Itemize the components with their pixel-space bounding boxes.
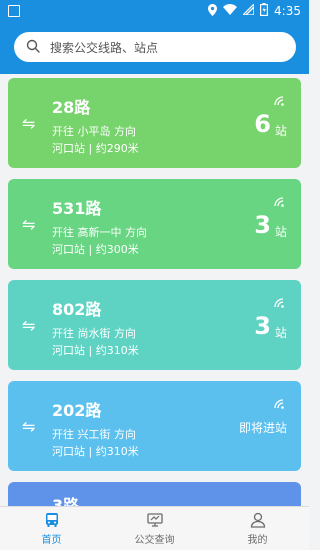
wifi-icon bbox=[223, 4, 238, 18]
arriving-status: 即将进站 bbox=[238, 421, 287, 435]
route-name: 28路 bbox=[52, 98, 91, 117]
stops-away-count: 6 bbox=[254, 110, 271, 138]
bus-icon bbox=[43, 511, 61, 529]
swap-direction-icon[interactable]: ⇋ bbox=[22, 114, 35, 133]
route-direction: 开往 高新一中 方向 bbox=[52, 226, 147, 239]
route-card[interactable]: ⇋ 531路 开往 高新一中 方向 河口站 | 约300米 3 站 bbox=[8, 179, 301, 269]
route-stop-distance: 河口站 | 约290米 bbox=[52, 142, 139, 155]
route-name: 531路 bbox=[52, 199, 102, 218]
stops-unit: 站 bbox=[274, 124, 287, 138]
signal-icon bbox=[241, 2, 255, 18]
notification-icon bbox=[8, 5, 20, 17]
stops-away-count: 3 bbox=[254, 312, 271, 340]
search-placeholder: 搜索公交线路、站点 bbox=[50, 40, 159, 55]
header: 搜索公交线路、站点 bbox=[0, 22, 309, 74]
realtime-signal-icon bbox=[273, 193, 285, 207]
nav-home[interactable]: 首页 bbox=[0, 507, 103, 550]
route-stop-distance: 河口站 | 约310米 bbox=[52, 344, 139, 357]
stops-unit: 站 bbox=[274, 326, 287, 340]
nav-profile-label: 我的 bbox=[247, 535, 268, 546]
route-card[interactable]: ⇋ 28路 开往 小平岛 方向 河口站 | 约290米 6 站 bbox=[8, 78, 301, 168]
stops-away-count: 3 bbox=[254, 211, 271, 239]
route-direction: 开往 兴工街 方向 bbox=[52, 428, 136, 441]
nav-home-label: 首页 bbox=[41, 535, 62, 546]
nav-bus-query-label: 公交查询 bbox=[134, 535, 175, 546]
route-card[interactable]: ⇋ 202路 开往 兴工街 方向 河口站 | 约310米 即将进站 bbox=[8, 381, 301, 471]
user-icon bbox=[249, 511, 267, 529]
swap-direction-icon[interactable]: ⇋ bbox=[22, 316, 35, 335]
nav-bus-query[interactable]: 公交查询 bbox=[103, 507, 206, 550]
route-stop-distance: 河口站 | 约300米 bbox=[52, 243, 139, 256]
realtime-signal-icon bbox=[273, 395, 285, 409]
route-stop-distance: 河口站 | 约310米 bbox=[52, 445, 139, 458]
realtime-signal-icon bbox=[273, 92, 285, 106]
monitor-icon bbox=[146, 511, 164, 529]
battery-icon bbox=[260, 3, 269, 19]
search-icon bbox=[26, 39, 50, 56]
nav-profile[interactable]: 我的 bbox=[206, 507, 309, 550]
route-direction: 开往 小平岛 方向 bbox=[52, 125, 136, 138]
route-name: 202路 bbox=[52, 401, 102, 420]
route-name: 802路 bbox=[52, 300, 102, 319]
realtime-signal-icon bbox=[273, 294, 285, 308]
route-direction: 开往 尚水街 方向 bbox=[52, 327, 136, 340]
clock-time: 4:35 bbox=[274, 4, 301, 18]
stops-unit: 站 bbox=[274, 225, 287, 239]
bottom-nav: 首页 公交查询 我的 bbox=[0, 506, 309, 550]
route-list: ⇋ 28路 开往 小平岛 方向 河口站 | 约290米 6 站 ⇋ 531路 开… bbox=[8, 78, 301, 523]
location-icon bbox=[208, 3, 218, 19]
swap-direction-icon[interactable]: ⇋ bbox=[22, 215, 35, 234]
search-input[interactable]: 搜索公交线路、站点 bbox=[14, 32, 296, 62]
swap-direction-icon[interactable]: ⇋ bbox=[22, 417, 35, 436]
route-card[interactable]: ⇋ 802路 开往 尚水街 方向 河口站 | 约310米 3 站 bbox=[8, 280, 301, 370]
status-bar: 4:35 bbox=[0, 0, 309, 22]
